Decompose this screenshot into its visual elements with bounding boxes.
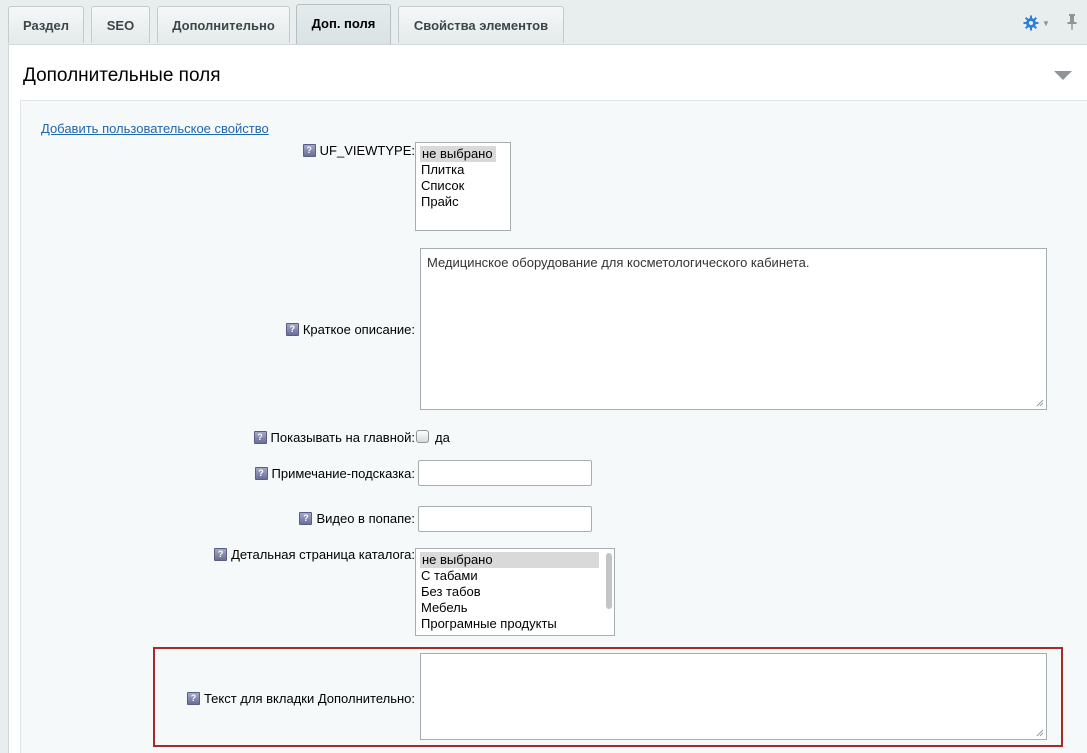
checkbox-label: да xyxy=(435,430,450,445)
gear-icon xyxy=(1023,15,1039,31)
listbox-option[interactable]: Програмные продукты xyxy=(416,616,614,632)
add-custom-property-link[interactable]: Добавить пользовательское свойство xyxy=(41,121,269,136)
listbox-option[interactable]: Мебель xyxy=(416,600,614,616)
field-label-video: ? Видео в попапе: xyxy=(299,511,415,526)
help-icon[interactable]: ? xyxy=(299,512,313,525)
viewtype-listbox[interactable]: не выбрано Плитка Список Прайс xyxy=(415,142,511,231)
field-label-text: UF_VIEWTYPE: xyxy=(319,143,415,158)
listbox-option[interactable]: Прайс xyxy=(416,194,510,210)
help-icon[interactable]: ? xyxy=(302,144,316,157)
help-icon[interactable]: ? xyxy=(285,323,299,336)
resize-handle-icon[interactable] xyxy=(1036,399,1044,407)
listbox-option[interactable]: Плитка xyxy=(416,162,510,178)
field-label-text: Видео в попапе: xyxy=(316,511,415,526)
field-label-text: Примечание-подсказка: xyxy=(271,466,415,481)
catalog-page-listbox[interactable]: не выбрано С табами Без табов Мебель Про… xyxy=(415,548,615,636)
panel-title: Дополнительные поля xyxy=(23,65,221,86)
video-input[interactable] xyxy=(418,506,592,532)
field-label-hint: ? Примечание-подсказка: xyxy=(254,466,415,481)
field-label-short-desc: ? Краткое описание: xyxy=(285,322,415,337)
listbox-option[interactable]: Без табов xyxy=(416,584,614,600)
help-icon[interactable]: ? xyxy=(254,467,268,480)
pin-button[interactable] xyxy=(1066,13,1080,33)
tab-razdel[interactable]: Раздел xyxy=(8,6,84,43)
listbox-option[interactable]: не выбрано xyxy=(420,552,599,568)
help-icon[interactable]: ? xyxy=(253,431,267,444)
tab-dopolnitelno[interactable]: Дополнительно xyxy=(157,6,290,43)
collapse-triangle-icon[interactable] xyxy=(1054,71,1072,81)
tab-bar: Раздел SEO Дополнительно Доп. поля Свойс… xyxy=(0,0,1087,45)
tab-svoystva-elementov[interactable]: Свойства элементов xyxy=(398,6,564,43)
field-label-tab-text: ? Текст для вкладки Дополнительно: xyxy=(186,691,415,706)
chevron-down-icon: ▼ xyxy=(1042,18,1050,28)
listbox-option[interactable]: не выбрано xyxy=(420,146,496,162)
settings-gear-button[interactable]: ▼ xyxy=(1023,13,1051,33)
listbox-option[interactable]: Список xyxy=(416,178,510,194)
show-main-checkbox[interactable] xyxy=(416,430,429,443)
field-label-text: Текст для вкладки Дополнительно: xyxy=(203,691,415,706)
textarea-value: Медицинское оборудование для косметологи… xyxy=(427,255,810,270)
resize-handle-icon[interactable] xyxy=(1036,729,1044,737)
tab-dop-polya[interactable]: Доп. поля xyxy=(296,4,391,45)
listbox-scrollbar[interactable] xyxy=(606,553,612,609)
pin-icon xyxy=(1067,14,1077,30)
hint-input[interactable] xyxy=(418,460,592,486)
field-label-text: Краткое описание: xyxy=(302,322,415,337)
help-icon[interactable]: ? xyxy=(214,548,228,561)
short-desc-textarea[interactable]: Медицинское оборудование для косметологи… xyxy=(420,248,1047,410)
field-label-viewtype: ? UF_VIEWTYPE: xyxy=(302,143,415,158)
listbox-option[interactable]: С табами xyxy=(416,568,614,584)
field-label-show-main: ? Показывать на главной: xyxy=(253,430,415,445)
tab-seo[interactable]: SEO xyxy=(91,6,150,43)
help-icon[interactable]: ? xyxy=(186,692,200,705)
field-label-catalog-page: ? Детальная страница каталога: xyxy=(214,547,415,562)
field-label-text: Показывать на главной: xyxy=(270,430,415,445)
tab-text-textarea[interactable] xyxy=(420,653,1047,740)
field-label-text: Детальная страница каталога: xyxy=(231,547,415,562)
